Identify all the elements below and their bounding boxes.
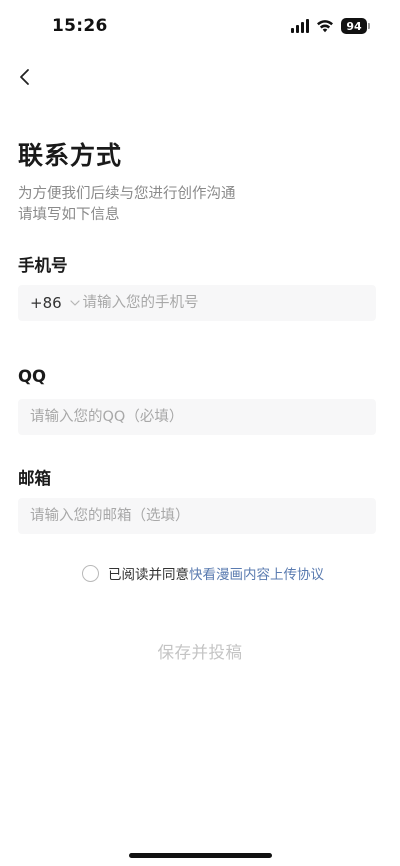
back-button[interactable] (10, 62, 40, 92)
status-time: 15:26 (52, 16, 108, 36)
battery-level: 94 (341, 18, 367, 34)
phone-label: 手机号 (18, 256, 68, 275)
page-description: 为方便我们后续与您进行创作沟通 请填写如下信息 (18, 184, 338, 226)
email-label: 邮箱 (18, 469, 51, 488)
page-description-line: 请填写如下信息 (18, 207, 120, 223)
chevron-down-icon (70, 300, 80, 306)
home-indicator (129, 853, 272, 858)
qq-input[interactable] (30, 399, 376, 435)
chevron-left-icon (20, 69, 29, 85)
qq-field (18, 399, 376, 435)
email-input[interactable] (30, 498, 376, 534)
signal-icon (291, 19, 309, 33)
phone-input[interactable] (82, 285, 376, 321)
status-bar: 15:26 94 (0, 0, 400, 54)
agreement-text: 已阅读并同意 (108, 567, 189, 583)
agreement-checkbox[interactable] (82, 564, 99, 582)
page-description-line: 为方便我们后续与您进行创作沟通 (18, 186, 236, 202)
country-code: +86 (30, 294, 62, 312)
page-title: 联系方式 (18, 141, 123, 170)
qq-label: QQ (18, 367, 47, 386)
agreement-row: 已阅读并同意 快看漫画内容上传协议 (82, 562, 324, 584)
battery-icon: 94 (341, 18, 370, 34)
phone-field: +86 (18, 285, 376, 321)
save-and-submit-button[interactable]: 保存并投稿 (100, 634, 300, 668)
email-field (18, 498, 376, 534)
country-code-selector[interactable]: +86 (18, 285, 82, 321)
agreement-link[interactable]: 快看漫画内容上传协议 (189, 563, 324, 583)
status-icons: 94 (291, 16, 370, 36)
wifi-icon (316, 19, 334, 33)
